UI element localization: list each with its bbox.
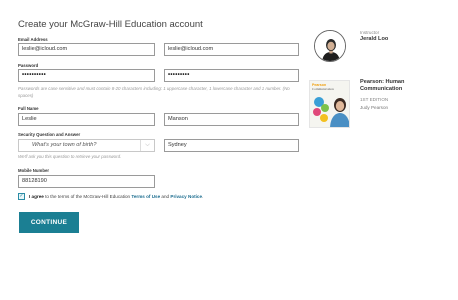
- terms-agreement: ✓ I agree to the terms of the McGraw-Hil…: [18, 192, 203, 200]
- agree-checkbox[interactable]: ✓: [18, 192, 25, 200]
- instructor-name: Jerald Loo: [360, 36, 389, 42]
- continue-button[interactable]: CONTINUE: [19, 212, 79, 233]
- security-question-select[interactable]: What's your town of birth? ⌵: [18, 139, 155, 152]
- agree-end: .: [202, 193, 204, 199]
- book-author: Judy Pearson: [360, 105, 389, 110]
- page-title: Create your McGraw-Hill Education accoun…: [18, 19, 203, 30]
- first-name-field[interactable]: Leslie: [18, 113, 155, 126]
- password-label: Password: [18, 63, 39, 68]
- book-edition: 1ST EDITION: [360, 97, 389, 102]
- last-name-field[interactable]: Manson: [164, 113, 299, 126]
- book-cover: Pearson Communication: [309, 80, 350, 128]
- book-cover-image: Pearson Communication: [310, 81, 349, 127]
- agree-and: and: [160, 193, 171, 199]
- email-label: Email Address: [18, 37, 48, 42]
- full-name-label: Full Name: [18, 106, 39, 111]
- terms-of-use-link[interactable]: Terms of Use: [131, 194, 160, 199]
- instructor-avatar: [314, 30, 346, 62]
- confirm-email-field[interactable]: leslie@icloud.com: [164, 43, 299, 56]
- security-question-value: What's your town of birth?: [32, 142, 97, 148]
- chevron-down-icon[interactable]: ⌵: [140, 140, 154, 151]
- password-field[interactable]: ••••••••••: [18, 69, 155, 82]
- agree-middle: to the terms of the McGraw-Hill Educatio…: [43, 193, 132, 199]
- person-icon: [315, 31, 345, 61]
- security-answer-field[interactable]: Sydney: [164, 139, 299, 152]
- security-label: Security Question and Answer: [18, 132, 81, 137]
- privacy-notice-link[interactable]: Privacy Notice: [170, 194, 202, 199]
- mobile-field[interactable]: 88128190: [18, 175, 155, 188]
- password-hint: Passwords are case sensitive and must co…: [18, 86, 290, 98]
- book-cover-title: Communication: [312, 87, 334, 91]
- agree-text: I agree to the terms of the McGraw-Hill …: [29, 194, 203, 199]
- instructor-label: Instructor: [360, 30, 380, 35]
- confirm-password-field[interactable]: •••••••••: [164, 69, 299, 82]
- email-field[interactable]: leslie@icloud.com: [18, 43, 155, 56]
- agree-prefix: I agree: [29, 193, 44, 199]
- book-title-line2: Communication: [360, 86, 403, 92]
- mobile-label: Mobile Number: [18, 168, 50, 173]
- security-hint: We'll ask you this question to retrieve …: [18, 154, 122, 159]
